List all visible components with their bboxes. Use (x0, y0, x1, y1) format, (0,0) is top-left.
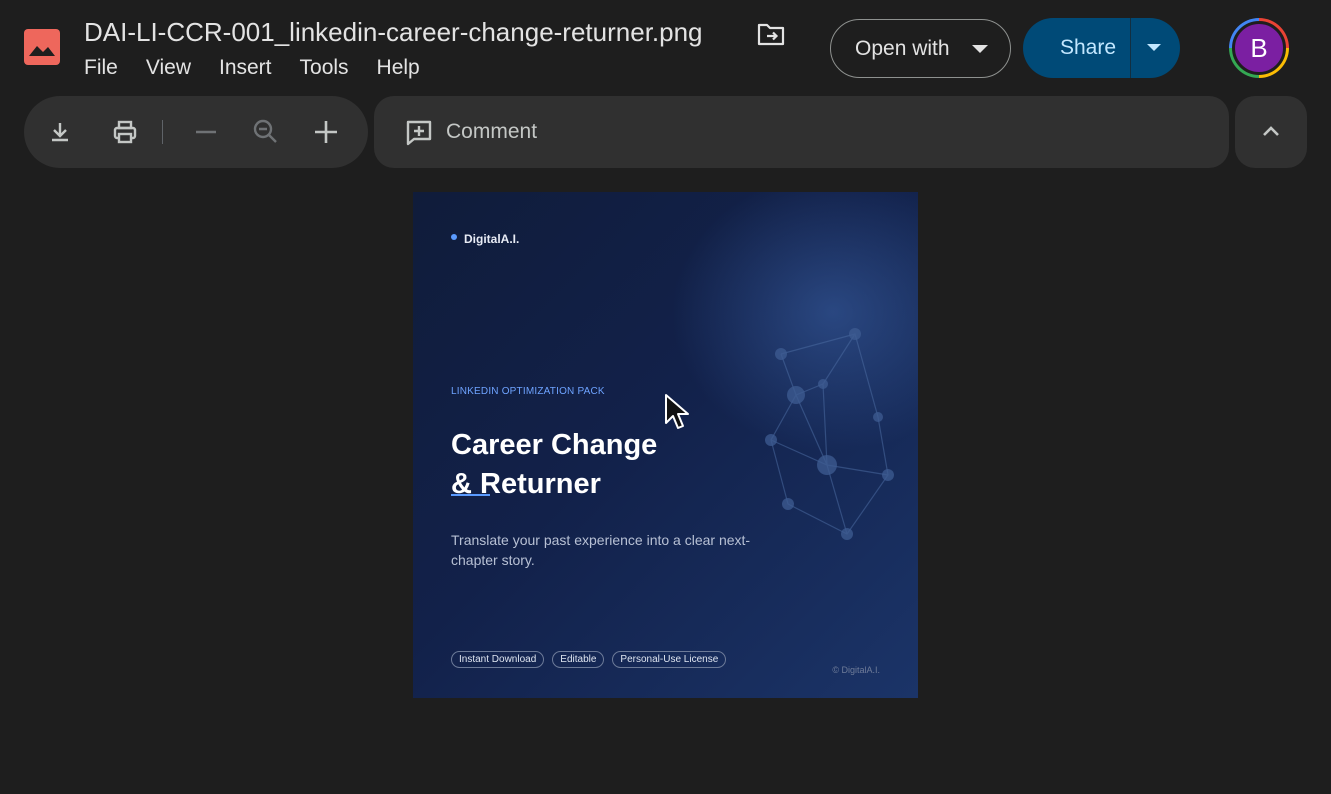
comment-button[interactable]: Comment (374, 96, 1229, 168)
collapse-toolbar-button[interactable] (1235, 96, 1307, 168)
share-options-icon[interactable] (1147, 44, 1161, 51)
zoom-in-icon[interactable] (310, 116, 342, 148)
preview-brand: DigitalA.I. (464, 232, 520, 246)
open-with-button[interactable]: Open with (830, 19, 1011, 78)
image-preview: DigitalA.I. LINKEDIN OPTIMIZATION PACK C… (413, 192, 918, 698)
chevron-down-icon (972, 45, 988, 53)
title-underline (451, 494, 490, 496)
preview-copyright: © DigitalA.I. (832, 665, 880, 675)
tag-editable: Editable (552, 651, 605, 668)
viewer-toolbar (24, 96, 368, 168)
preview-kicker: LINKEDIN OPTIMIZATION PACK (451, 386, 605, 397)
move-to-folder-icon[interactable] (756, 20, 786, 48)
zoom-reset-icon[interactable] (250, 116, 282, 148)
toolbar-divider (162, 120, 163, 144)
add-comment-icon (406, 120, 432, 146)
tag-license: Personal-Use License (612, 651, 727, 668)
account-avatar[interactable]: B (1229, 18, 1289, 78)
menu-insert[interactable]: Insert (219, 56, 272, 80)
preview-tags: Instant Download Editable Personal-Use L… (451, 651, 727, 668)
image-file-icon (24, 29, 60, 65)
share-divider (1130, 18, 1131, 78)
print-icon[interactable] (109, 116, 141, 148)
menu-file[interactable]: File (84, 56, 118, 80)
download-icon[interactable] (44, 116, 76, 148)
preview-title-line1: Career Change (451, 429, 658, 461)
preview-subtitle: Translate your past experience into a cl… (451, 532, 751, 568)
preview-title: Career Change & Returner (451, 426, 657, 504)
share-label: Share (1060, 36, 1117, 59)
mouse-cursor-icon (665, 394, 689, 429)
tag-instant-download: Instant Download (451, 651, 545, 668)
open-with-label: Open with (855, 36, 950, 60)
menu-help[interactable]: Help (377, 56, 420, 80)
menu-tools[interactable]: Tools (300, 56, 349, 80)
network-graphic (765, 328, 894, 540)
preview-title-line2: & Returner (451, 468, 601, 500)
zoom-out-icon[interactable] (190, 116, 222, 148)
share-button[interactable]: Share (1023, 18, 1180, 78)
avatar-initial: B (1232, 21, 1286, 75)
menu-bar: File View Insert Tools Help (84, 56, 448, 80)
top-bar: DAI-LI-CCR-001_linkedin-career-change-re… (0, 0, 1331, 96)
menu-view[interactable]: View (146, 56, 191, 80)
file-name[interactable]: DAI-LI-CCR-001_linkedin-career-change-re… (84, 17, 703, 48)
chevron-up-icon (1263, 126, 1279, 136)
comment-label: Comment (446, 120, 538, 143)
